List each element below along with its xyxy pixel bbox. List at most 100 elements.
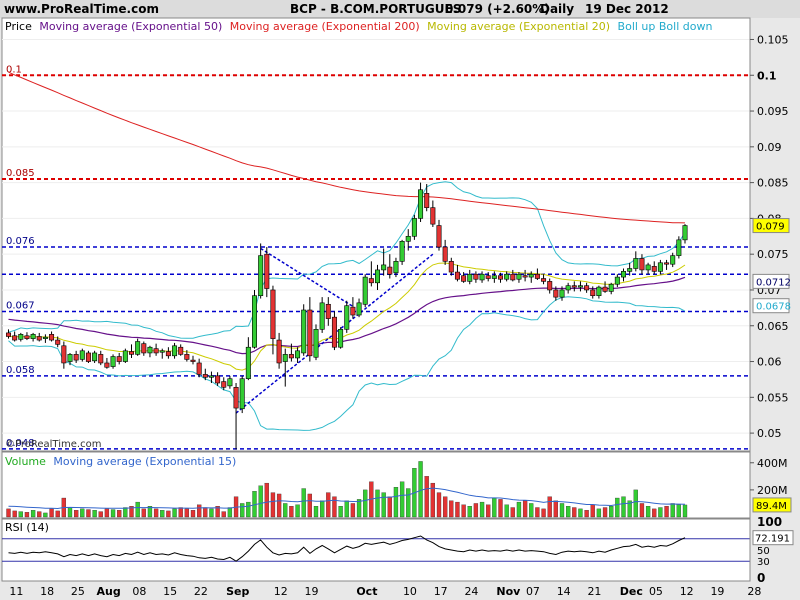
- volume-bar: [283, 503, 288, 518]
- volume-bar: [67, 507, 73, 518]
- date-tick-label: 21: [587, 585, 601, 598]
- candle-bear: [270, 289, 276, 339]
- volume-bar: [375, 489, 380, 518]
- candle-bull: [491, 275, 497, 279]
- date-tick-label: Sep: [226, 585, 249, 598]
- candle-bull: [30, 334, 36, 339]
- candle-bear: [98, 354, 104, 364]
- volume-bar: [486, 504, 491, 518]
- candle-bear: [55, 339, 61, 345]
- volume-bar: [350, 503, 356, 518]
- level-label: 0.1: [6, 64, 22, 75]
- candle-bull: [239, 378, 245, 410]
- candle-bull: [418, 189, 424, 219]
- volume-bar: [153, 508, 159, 518]
- candle-bull: [245, 346, 251, 380]
- volume-bar: [209, 508, 214, 518]
- price-tick-label: 0.05: [757, 427, 782, 440]
- candle-bear: [510, 273, 516, 281]
- volume-bar: [117, 510, 122, 518]
- chart-title: BCP - B.COM.PORTUGUES: [290, 2, 461, 16]
- volume-bar: [37, 511, 42, 518]
- price-tick-label: 0.065: [757, 320, 789, 333]
- volume-bar: [516, 501, 522, 518]
- candle-bull: [208, 375, 214, 378]
- volume-bar: [307, 493, 313, 518]
- date-label: 19 Dec 2012: [585, 2, 669, 16]
- candle-bear: [424, 193, 430, 208]
- candle-bull: [282, 354, 288, 362]
- volume-bar: [172, 508, 177, 518]
- candle-bull: [467, 273, 473, 282]
- volume-bar: [344, 500, 349, 518]
- price-panel[interactable]: [1, 17, 751, 452]
- candle-bear: [497, 275, 503, 280]
- volume-bar: [18, 511, 23, 518]
- candle-bull: [405, 235, 411, 242]
- volume-bar: [55, 510, 60, 518]
- candle-bear: [215, 375, 221, 384]
- date-tick-label: 07: [526, 585, 540, 598]
- date-tick-label: 18: [40, 585, 54, 598]
- volume-bar: [633, 489, 638, 518]
- candle-bear: [448, 261, 454, 273]
- volume-bar: [276, 493, 282, 518]
- candle-bull: [614, 276, 620, 285]
- date-tick-label: 19: [710, 585, 724, 598]
- candle-bear: [436, 225, 442, 248]
- date-tick-label: 24: [464, 585, 478, 598]
- volume-bar: [24, 512, 30, 518]
- volume-bar: [455, 501, 460, 518]
- candle-bear: [85, 352, 91, 362]
- volume-bar: [295, 504, 300, 518]
- candle-bear: [368, 278, 374, 284]
- candle-bear: [454, 271, 460, 280]
- candle-bear: [178, 346, 184, 355]
- volume-axis: 400M 200M 89.4M: [749, 452, 792, 518]
- candle-bull: [227, 378, 233, 387]
- date-tick-label: Oct: [356, 585, 377, 598]
- volume-bar: [356, 499, 362, 518]
- price-tick-label: 0.105: [757, 33, 789, 46]
- rsi-legend: RSI (14): [5, 521, 49, 534]
- volume-bar: [467, 506, 472, 518]
- rsi-panel[interactable]: [1, 518, 751, 582]
- volume-bar: [473, 503, 479, 518]
- candle-bear: [264, 253, 270, 289]
- date-tick-label: 17: [434, 585, 448, 598]
- candle-bull: [313, 329, 319, 358]
- stock-chart-window: www.ProRealTime.com BCP - B.COM.PORTUGUE…: [0, 0, 800, 598]
- price-tick-label: 0.055: [757, 391, 789, 404]
- volume-bar: [240, 503, 245, 518]
- volume-bar: [196, 504, 202, 518]
- candle-bull: [627, 268, 633, 272]
- candle-bull: [608, 283, 614, 292]
- candle-bear: [571, 285, 577, 288]
- candle-bear: [534, 273, 540, 279]
- volume-bar: [203, 507, 208, 518]
- volume-bar: [522, 500, 528, 518]
- date-tick-label: 12: [680, 585, 694, 598]
- date-tick-label: 11: [9, 585, 23, 598]
- volume-bar: [621, 496, 626, 518]
- volume-bar: [104, 508, 110, 518]
- candle-bull: [338, 329, 344, 348]
- volume-bar: [363, 489, 368, 518]
- rsi-tick-label: 100: [757, 515, 782, 529]
- price-tick-label: 0.085: [757, 177, 789, 190]
- volume-bar: [190, 510, 196, 518]
- legend-ema20: Moving average (Exponential 20): [427, 20, 610, 33]
- candle-bull: [362, 276, 368, 305]
- volume-bar: [541, 508, 546, 518]
- candle-bear: [639, 258, 645, 271]
- rsi-axis: 100705030072.191: [749, 515, 794, 585]
- volume-bar: [424, 476, 429, 518]
- candle-bear: [288, 354, 294, 359]
- volume-bar: [645, 506, 651, 518]
- volume-bar: [639, 503, 645, 518]
- candle-bull: [92, 352, 98, 362]
- volume-bar: [98, 511, 103, 518]
- date-axis: 11 18 25 Aug 08 15 22 Sep 12 19 Oct 10 17 24 Nov 07 14 21…: [9, 585, 761, 598]
- volume-bar: [461, 504, 466, 518]
- volume-bar: [578, 508, 583, 518]
